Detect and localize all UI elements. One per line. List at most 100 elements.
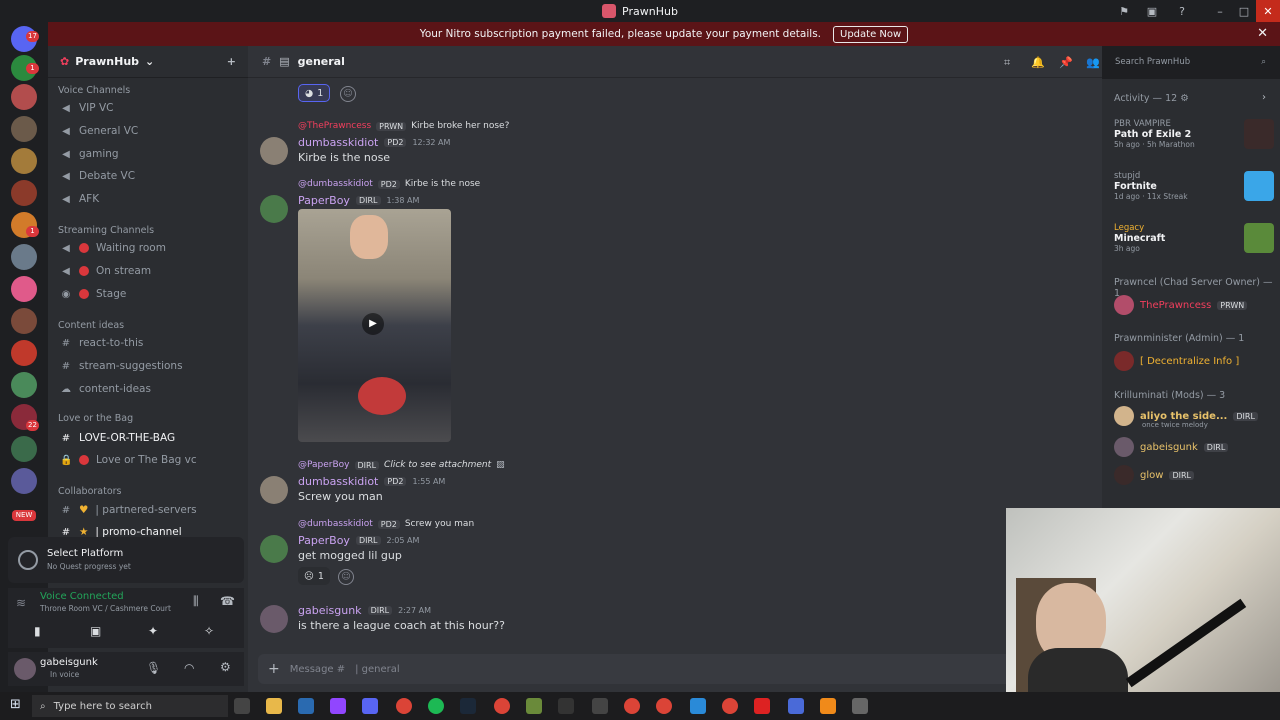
reaction-chip[interactable]: ◕ 1 (298, 84, 331, 102)
channel-on-stream[interactable]: ◀ On stream (58, 262, 238, 280)
minimize-button[interactable]: – (1208, 0, 1232, 22)
username[interactable]: gabeisgunk (298, 604, 362, 617)
app-icon[interactable] (754, 698, 770, 714)
server-icon[interactable] (11, 180, 37, 206)
server-icon[interactable] (11, 308, 37, 334)
channel-waiting-room[interactable]: ◀ Waiting room (58, 239, 238, 257)
activities-icon[interactable]: ✦ (148, 624, 158, 638)
category-streaming[interactable]: Streaming Channels (58, 225, 154, 236)
message-composer[interactable]: + Message # | general (258, 654, 1092, 684)
channel-debate-vc[interactable]: ◀ Debate VC (58, 167, 238, 185)
server-icon[interactable] (11, 372, 37, 398)
username[interactable]: PaperBoy (298, 194, 350, 207)
app-icon[interactable] (526, 698, 542, 714)
close-window-button[interactable]: ✕ (1256, 0, 1280, 22)
app-icon[interactable] (690, 698, 706, 714)
taskbar-search[interactable]: ⌕ Type here to search (32, 695, 228, 717)
username[interactable]: PaperBoy (298, 534, 350, 547)
add-reaction-icon[interactable]: ☺ (340, 86, 356, 102)
app-icon[interactable] (298, 698, 314, 714)
update-now-button[interactable]: Update Now (833, 25, 909, 43)
reply-preview[interactable]: @dumbasskidiot PD2 Kirbe is the nose (298, 179, 480, 189)
threads-icon[interactable]: ⌗ (1004, 56, 1010, 70)
epic-games-icon[interactable] (558, 698, 574, 714)
reaction-chip[interactable]: ☹ 1 (298, 567, 330, 585)
app-icon[interactable] (592, 698, 608, 714)
category-content[interactable]: Content ideas (58, 320, 124, 331)
activity-card[interactable]: Legacy Minecraft 3h ago (1114, 223, 1274, 253)
reply-preview[interactable]: @ThePrawncess PRWN Kirbe broke her nose? (298, 121, 509, 131)
gear-icon[interactable]: ⚙ (220, 660, 231, 674)
server-icon[interactable] (11, 276, 37, 302)
chrome-icon[interactable] (656, 698, 672, 714)
avatar[interactable] (14, 658, 36, 680)
chrome-icon[interactable] (396, 698, 412, 714)
server-icon[interactable] (11, 244, 37, 270)
channel-gaming[interactable]: ◀ gaming (58, 145, 238, 163)
server-icon[interactable] (11, 116, 37, 142)
category-voice[interactable]: Voice Channels (58, 85, 130, 96)
member-list-icon[interactable]: 👥 (1086, 56, 1100, 69)
server-icon[interactable] (11, 468, 37, 494)
server-icon[interactable] (11, 84, 37, 110)
soundboard-icon[interactable]: ✧ (204, 624, 214, 638)
chevron-right-icon[interactable]: › (1262, 92, 1266, 103)
member-item[interactable]: [ Decentralize Info ] (1114, 351, 1239, 371)
screen-share-icon[interactable]: ▣ (90, 624, 101, 638)
play-icon[interactable]: ▶ (362, 313, 384, 335)
channel-afk[interactable]: ◀ AFK (58, 190, 238, 208)
add-reaction-icon[interactable]: ☺ (338, 569, 354, 585)
vlc-icon[interactable] (820, 698, 836, 714)
app-icon[interactable] (852, 698, 868, 714)
video-attachment[interactable]: ▶ (298, 209, 451, 442)
pin-icon[interactable]: 📌 (1059, 56, 1073, 69)
chrome-icon[interactable] (722, 698, 738, 714)
search-input[interactable]: Search PrawnHub ⌕ (1110, 53, 1270, 71)
channel-love-or-the-bag-vc[interactable]: 🔒 Love or The Bag vc (58, 451, 238, 469)
username[interactable]: dumbasskidiot (298, 475, 378, 488)
avatar[interactable] (260, 476, 288, 504)
noise-icon[interactable]: ⫼ (193, 594, 199, 609)
windows-start-icon[interactable]: ⊞ (10, 697, 21, 712)
file-explorer-icon[interactable] (266, 698, 282, 714)
banner-close-icon[interactable]: ✕ (1257, 26, 1268, 41)
chrome-icon[interactable] (494, 698, 510, 714)
channel-partnered-servers[interactable]: # ♥ | partnered-servers (58, 501, 238, 519)
inbox-icon[interactable]: ⚑ (1112, 0, 1136, 22)
activity-header[interactable]: Activity — 12 ⚙ (1114, 93, 1189, 104)
maximize-button[interactable]: □ (1232, 0, 1256, 22)
signal-icon[interactable]: ≋ (16, 596, 26, 610)
channel-content-ideas[interactable]: ☁ content-ideas (58, 380, 238, 398)
steam-icon[interactable] (460, 698, 476, 714)
member-item[interactable]: glow DIRL (1114, 465, 1194, 485)
channel-vip-vc[interactable]: ◀ VIP VC (58, 99, 238, 117)
server-icon[interactable] (11, 340, 37, 366)
server-icon[interactable] (11, 436, 37, 462)
avatar[interactable] (260, 195, 288, 223)
category-love[interactable]: Love or the Bag (58, 413, 133, 424)
spotify-icon[interactable] (428, 698, 444, 714)
user-name[interactable]: gabeisgunk (40, 657, 98, 668)
camera-icon[interactable]: ▮ (34, 624, 41, 638)
channel-stream-suggestions[interactable]: # stream-suggestions (58, 357, 238, 375)
chrome-icon[interactable] (624, 698, 640, 714)
twitch-icon[interactable] (330, 698, 346, 714)
quest-panel[interactable]: Select Platform No Quest progress yet (8, 537, 244, 583)
monitor-icon[interactable]: ▣ (1140, 0, 1164, 22)
member-item[interactable]: ThePrawncess PRWN (1114, 295, 1248, 315)
avatar[interactable] (260, 605, 288, 633)
task-view-icon[interactable] (234, 698, 250, 714)
server-icon[interactable] (11, 148, 37, 174)
reply-preview[interactable]: @dumbasskidiot PD2 Screw you man (298, 519, 474, 529)
channel-stage[interactable]: ◉ Stage (58, 285, 238, 303)
microphone-icon[interactable] (788, 698, 804, 714)
avatar[interactable] (260, 535, 288, 563)
discord-icon[interactable] (362, 698, 378, 714)
avatar[interactable] (260, 137, 288, 165)
disconnect-icon[interactable]: ☎ (220, 594, 235, 608)
channel-react-to-this[interactable]: # react-to-this (58, 334, 238, 352)
guild-header[interactable]: ✿ PrawnHub ⌄ + (48, 46, 248, 78)
channel-love-or-the-bag[interactable]: # LOVE-OR-THE-BAG (58, 429, 238, 447)
username[interactable]: dumbasskidiot (298, 136, 378, 149)
voice-location[interactable]: Throne Room VC / Cashmere Court (40, 604, 171, 613)
